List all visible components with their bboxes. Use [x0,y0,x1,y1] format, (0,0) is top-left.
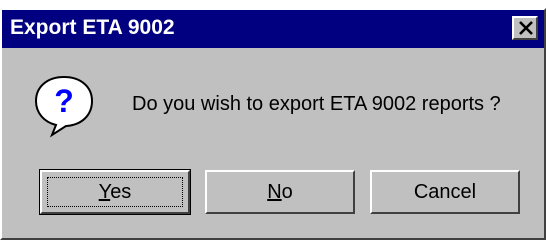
cancel-button[interactable]: Cancel [370,170,520,214]
cancel-button-label: Cancel [413,180,477,203]
svg-text:?: ? [54,83,74,119]
question-icon: ? [34,75,94,138]
dialog-window: Export ETA 9002 ? Do you wish to export … [0,8,546,240]
close-button[interactable] [512,16,538,40]
dialog-message: Do you wish to export ETA 9002 reports ? [132,93,501,115]
no-button-label: No [267,180,293,203]
focus-rectangle [47,177,183,207]
yes-button[interactable]: Yes [39,169,191,215]
close-icon [519,21,533,35]
no-button[interactable]: No [205,170,355,214]
title-bar[interactable]: Export ETA 9002 [2,10,544,48]
dialog-title: Export ETA 9002 [10,16,175,39]
